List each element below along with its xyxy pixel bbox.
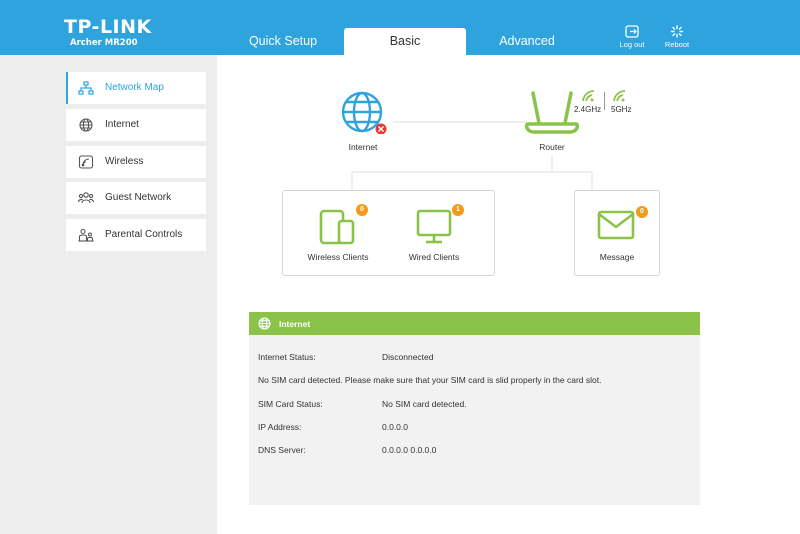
dns-server-value: 0.0.0.0 0.0.0.0 — [382, 445, 437, 455]
message-label: Message — [599, 252, 635, 262]
panel-header: Internet — [249, 312, 700, 335]
internet-node[interactable] — [340, 90, 390, 135]
sim-status-value: No SIM card detected. — [382, 399, 467, 409]
panel-title: Internet — [279, 319, 311, 329]
message-count-badge: 0 — [636, 206, 648, 218]
tablet-phone-icon — [319, 209, 355, 245]
globe-icon — [341, 91, 387, 135]
wireless-clients-count-badge: 0 — [356, 204, 368, 216]
wired-clients-count-badge: 1 — [452, 204, 464, 216]
router-icon — [524, 91, 580, 134]
dns-server-label: DNS Server: — [258, 445, 306, 455]
monitor-icon — [416, 209, 452, 244]
band-divider — [604, 92, 605, 110]
ip-address-value: 0.0.0.0 — [382, 422, 408, 432]
band-5ghz-label: 5GHz — [611, 105, 632, 114]
ip-address-label: IP Address: — [258, 422, 302, 432]
internet-label: Internet — [348, 142, 378, 152]
wireless-clients-label: Wireless Clients — [307, 252, 369, 262]
router-label: Router — [539, 142, 565, 152]
wireless-clients-item[interactable]: 0 Wireless Clients — [300, 200, 376, 270]
internet-status-label: Internet Status: — [258, 352, 316, 362]
envelope-icon — [597, 210, 635, 240]
wired-clients-item[interactable]: 1 Wired Clients — [396, 200, 472, 270]
internet-status-value: Disconnected — [382, 352, 434, 362]
wired-clients-label: Wired Clients — [408, 252, 460, 262]
internet-status-panel: Internet Internet Status: Disconnected N… — [249, 312, 700, 505]
wifi-5ghz-icon — [613, 90, 626, 102]
router-node[interactable] — [524, 90, 580, 135]
globe-icon — [258, 317, 271, 330]
sim-status-label: SIM Card Status: — [258, 399, 323, 409]
message-card[interactable]: 0 Message — [574, 190, 660, 276]
sim-notice: No SIM card detected. Please make sure t… — [258, 375, 602, 385]
wifi-2.4ghz-icon — [582, 90, 595, 102]
band-2.4ghz-label: 2.4GHz — [574, 105, 602, 114]
